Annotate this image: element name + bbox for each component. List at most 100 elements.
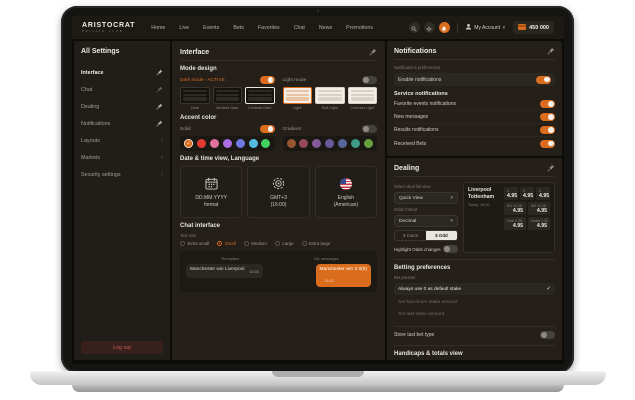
chevron-right-icon: › xyxy=(160,137,163,144)
color-swatch[interactable]: ✓ xyxy=(184,139,193,148)
settings-sidebar: All Settings Interface Chat Dealing Noti… xyxy=(74,41,170,360)
date-format-line2: format xyxy=(204,201,219,208)
sidebar-item-notifications[interactable]: Notifications xyxy=(81,115,163,132)
sidebar-item-markets[interactable]: Markets › xyxy=(81,149,163,166)
theme-thumb-contrast-light[interactable]: Contrast Light xyxy=(347,87,377,110)
radio-large[interactable]: Large xyxy=(274,241,294,246)
highlight-odds-toggle[interactable] xyxy=(443,245,458,253)
pin-icon[interactable] xyxy=(156,86,163,93)
store-bet-type-toggle[interactable] xyxy=(540,331,555,339)
option-last-stake[interactable]: Set last stake amount xyxy=(394,308,555,320)
coins-odd-segmented: ¥ Coins $ Odd xyxy=(394,230,458,241)
timezone-card[interactable]: GMT+3 (16:00) xyxy=(247,166,310,218)
theme-thumb-soft-light[interactable]: Soft Light xyxy=(315,87,345,110)
theme-thumb-modern-dark[interactable]: Modern Dark xyxy=(212,87,242,110)
date-format-card[interactable]: DD.MM.YYYY format xyxy=(180,166,243,218)
color-swatch[interactable] xyxy=(209,139,219,148)
nav-item-promotions[interactable]: Promotions xyxy=(346,25,373,31)
option-default-stake[interactable]: Always use 0 as default stake ✓ xyxy=(394,283,555,295)
balance-pill[interactable]: 450 000 xyxy=(513,21,554,34)
option-max-stake[interactable]: Set Maximum stake amount xyxy=(394,296,555,308)
color-swatch[interactable] xyxy=(338,139,348,148)
theme-thumb-light[interactable]: Light xyxy=(282,87,312,110)
coins-segment[interactable]: ¥ Coins xyxy=(395,231,426,240)
light-mode-toggle[interactable] xyxy=(362,76,377,84)
laptop-base-bottom xyxy=(72,385,564,392)
favorite-events-toggle[interactable] xyxy=(540,100,555,108)
new-messages-toggle[interactable] xyxy=(540,113,555,121)
color-swatch[interactable] xyxy=(286,139,296,148)
color-swatch[interactable] xyxy=(363,139,373,148)
enable-notifications-toggle[interactable] xyxy=(536,75,551,84)
team-1: Liverpool xyxy=(468,187,492,193)
results-notifications-toggle[interactable] xyxy=(540,126,555,134)
odds-cell-w2[interactable]: W2 +0.25 4.95 xyxy=(528,202,550,215)
logout-button[interactable]: Log out xyxy=(81,341,163,354)
pin-icon[interactable] xyxy=(547,47,555,55)
caret-down-icon: ▾ xyxy=(450,218,453,224)
sidebar-item-interface[interactable]: Interface xyxy=(81,64,163,81)
nav-item-chat[interactable]: Chat xyxy=(294,25,305,31)
betting-preferences-title: Betting preferences xyxy=(394,265,451,271)
nav-item-events[interactable]: Events xyxy=(203,25,219,31)
pin-icon[interactable] xyxy=(156,103,163,110)
odds-cell-w1[interactable]: W1 +0.25 4.95 xyxy=(504,202,526,215)
color-swatch[interactable] xyxy=(196,139,206,148)
search-button[interactable] xyxy=(408,22,420,33)
odd-segment[interactable]: $ Odd xyxy=(426,231,457,240)
radio-medium[interactable]: Medium xyxy=(243,241,267,246)
theme-thumb-dark[interactable]: Dark xyxy=(180,87,210,110)
text-size-radios: Extra small Small Medium Large Extra lar… xyxy=(180,241,377,246)
radio-extra-small[interactable]: Extra small xyxy=(180,241,209,246)
sidebar-item-security-settings[interactable]: Security settings › xyxy=(81,166,163,183)
color-swatch[interactable] xyxy=(299,139,309,148)
received-bets-toggle[interactable] xyxy=(540,139,555,148)
color-swatch[interactable] xyxy=(325,139,335,148)
match-teams: Liverpool Tottenham Today, 16:00 xyxy=(468,187,500,248)
nav-item-home[interactable]: Home xyxy=(151,25,165,31)
pin-icon[interactable] xyxy=(369,48,377,56)
mode-design-title: Mode design xyxy=(180,66,217,72)
settings-button[interactable] xyxy=(423,22,435,33)
nav-item-favorites[interactable]: Favorites xyxy=(258,25,280,31)
color-swatch[interactable] xyxy=(222,139,232,148)
nav-item-news[interactable]: News xyxy=(319,25,332,31)
pin-icon[interactable] xyxy=(547,164,555,172)
solid-toggle[interactable] xyxy=(259,125,275,133)
nav-item-bets[interactable]: Bets xyxy=(233,25,244,31)
laptop-base-notch xyxy=(272,371,364,377)
nav-item-live[interactable]: Live xyxy=(179,25,189,31)
sidebar-item-chat[interactable]: Chat xyxy=(81,81,163,98)
notifications-button[interactable] xyxy=(438,22,450,33)
dark-mode-toggle[interactable] xyxy=(259,76,275,84)
radio-small[interactable]: Small xyxy=(217,241,236,246)
sidebar-item-dealing[interactable]: Dealing xyxy=(81,98,163,115)
color-swatch[interactable] xyxy=(235,139,245,148)
odds-cell-x[interactable]: X 4.95 xyxy=(520,187,534,200)
sidebar-item-layouts[interactable]: Layouts › xyxy=(81,132,163,149)
notifications-pref-label: Notifications preferences xyxy=(394,65,441,70)
odds-cell-under[interactable]: Under 2.25 4.95 xyxy=(528,217,550,230)
color-swatch[interactable] xyxy=(351,139,361,148)
odds-format-select[interactable]: Decimal ▾ xyxy=(394,215,458,227)
theme-thumb-contrast-dark[interactable]: Contrast Dark xyxy=(245,87,275,110)
color-swatch[interactable] xyxy=(312,139,322,148)
account-menu[interactable]: My Account ▾ xyxy=(465,23,505,32)
language-card[interactable]: English (American) xyxy=(314,166,377,218)
pin-icon[interactable] xyxy=(156,69,163,76)
store-bet-type-row: Store last bet type xyxy=(394,331,555,339)
gradient-toggle[interactable] xyxy=(362,125,377,133)
color-swatch[interactable] xyxy=(248,139,258,148)
my-messages-label: My messages xyxy=(314,256,339,261)
radio-extra-large[interactable]: Extra large xyxy=(301,241,330,246)
color-swatch[interactable] xyxy=(261,139,271,148)
notifications-header: Notifications xyxy=(394,47,555,60)
odds-cell-2[interactable]: 2 4.95 xyxy=(536,187,550,200)
brand-logo[interactable]: ARISTOCRAT PRIVATE CLUB xyxy=(82,22,135,33)
odds-cell-1[interactable]: 1 4.95 xyxy=(504,187,518,200)
pin-icon[interactable] xyxy=(156,120,163,127)
gradient-label: Gradient xyxy=(282,126,301,132)
chevron-right-icon: › xyxy=(160,154,163,161)
deal-view-select[interactable]: Quick View ▾ xyxy=(394,192,458,204)
odds-cell-over[interactable]: Over 2.25 4.95 xyxy=(504,217,526,230)
